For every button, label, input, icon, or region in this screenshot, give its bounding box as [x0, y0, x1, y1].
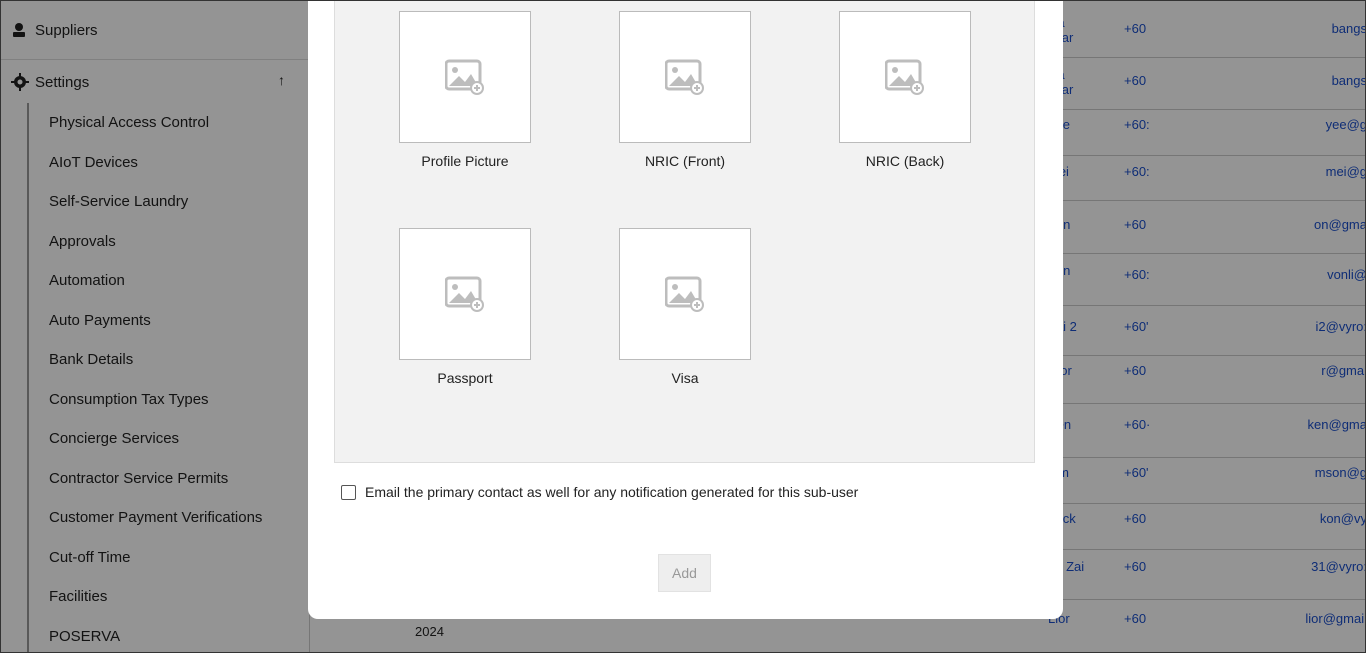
visa-upload[interactable]: Visa	[619, 228, 751, 386]
app-window: Suppliers Settings ↑ Physical Access Con…	[0, 0, 1366, 653]
tile-caption: Passport	[437, 370, 493, 386]
add-button[interactable]: Add	[658, 554, 711, 592]
upload-box[interactable]	[619, 228, 751, 360]
profile-picture-upload[interactable]: Profile Picture	[399, 11, 531, 169]
image-upload-icon	[665, 59, 704, 95]
tile-caption: NRIC (Front)	[644, 153, 726, 169]
email-primary-contact-option[interactable]: Email the primary contact as well for an…	[341, 484, 858, 500]
tile-caption: Profile Picture	[421, 153, 509, 169]
image-upload-icon	[665, 276, 704, 312]
image-upload-icon	[885, 59, 924, 95]
image-upload-icon	[445, 59, 484, 95]
image-upload-icon	[445, 276, 484, 312]
passport-upload[interactable]: Passport	[399, 228, 531, 386]
upload-box[interactable]	[619, 11, 751, 143]
checkbox-label: Email the primary contact as well for an…	[365, 484, 859, 500]
tile-caption: NRIC (Back)	[865, 153, 945, 169]
upload-box[interactable]	[399, 228, 531, 360]
email-primary-contact-checkbox[interactable]	[341, 484, 356, 500]
nric-front-upload[interactable]: NRIC (Front)	[619, 11, 751, 169]
nric-back-upload[interactable]: NRIC (Back)	[839, 11, 971, 169]
add-sub-user-modal: Profile Picture NRIC (Front) NRIC (Back)…	[308, 1, 1063, 619]
document-upload-area: Profile Picture NRIC (Front) NRIC (Back)…	[334, 1, 1035, 463]
upload-box[interactable]	[839, 11, 971, 143]
upload-box[interactable]	[399, 11, 531, 143]
tile-caption: Visa	[671, 370, 699, 386]
